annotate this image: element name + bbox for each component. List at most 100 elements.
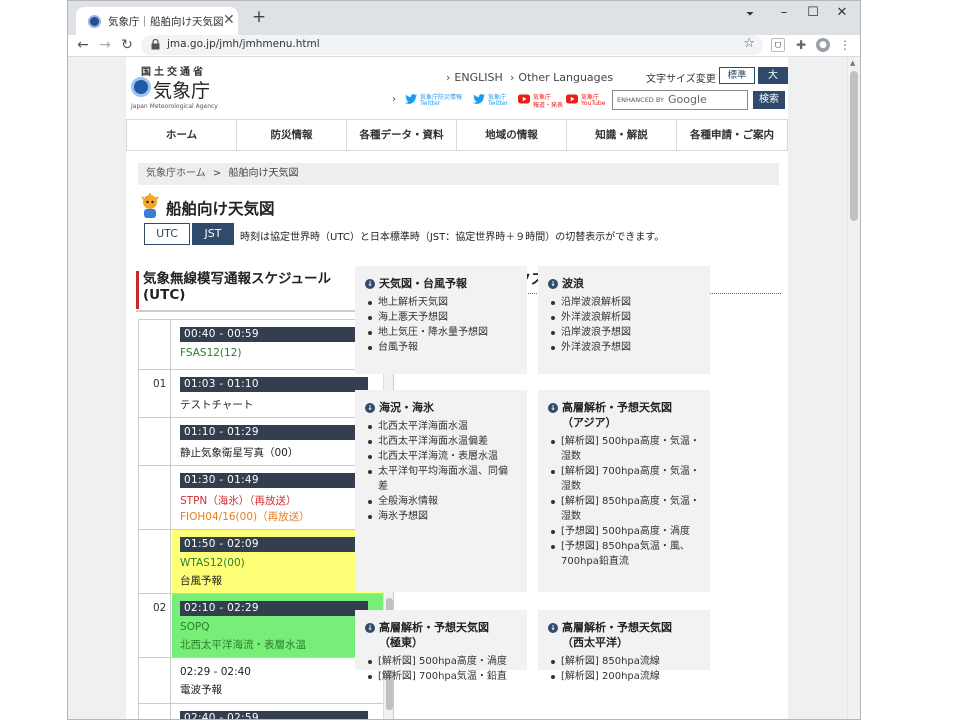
index-link[interactable]: 全般海氷情報 xyxy=(365,494,517,509)
index-link[interactable]: 沿岸波浪解析図 xyxy=(548,295,700,310)
index-card: ↓ 天気図・台風予報 地上解析天気図 海上悪天予想図 地上気圧・降水量予想図 台風予報 xyxy=(355,266,527,374)
breadcrumb: 気象庁ホーム > 船舶向け天気図 xyxy=(138,163,779,185)
schedule-program[interactable]: FSAS12(12) xyxy=(180,347,241,359)
schedule-program[interactable]: 台風予報 xyxy=(180,573,222,588)
schedule-cell[interactable]: 02:29 - 02:40 電波予報 xyxy=(172,658,383,703)
index-link[interactable]: 北西太平洋海面水温偏差 xyxy=(365,434,517,449)
schedule-cell[interactable]: 02:10 - 02:29 SOPQ 北西太平洋海流・表層水温 xyxy=(172,594,383,657)
index-link[interactable]: [解析図] 200hpa流線 xyxy=(548,669,700,684)
logo-jp: 気象庁 xyxy=(153,80,211,102)
extensions-puzzle-icon[interactable]: ✚ xyxy=(794,38,808,52)
other-languages-link[interactable]: › Other Languages xyxy=(510,71,613,84)
index-link[interactable]: 外洋波浪予想図 xyxy=(548,340,700,355)
bookmark-star-icon[interactable]: ☆ xyxy=(743,36,755,51)
schedule-program[interactable]: SOPQ xyxy=(180,621,210,633)
nav-knowledge[interactable]: 知識・解説 xyxy=(566,120,676,152)
schedule-cell[interactable]: 00:40 - 00:59 FSAS12(12) xyxy=(172,320,383,369)
index-link[interactable]: 北西太平洋海流・表層水温 xyxy=(365,449,517,464)
schedule-program[interactable]: FIOH04/16(00)（再放送） xyxy=(180,509,310,524)
close-window-button[interactable]: ✕ xyxy=(832,5,852,20)
schedule-program[interactable]: 北西太平洋海流・表層水温 xyxy=(180,637,306,652)
other-languages-label: Other Languages xyxy=(518,71,614,84)
schedule-time-bar: 01:10 - 01:29 xyxy=(180,425,368,440)
close-tab-icon[interactable]: ✕ xyxy=(223,12,235,28)
schedule-time-bar: 01:30 - 01:49 xyxy=(180,473,368,488)
reload-icon[interactable]: ↻ xyxy=(118,35,136,55)
index-link[interactable]: 太平洋旬平均海面水温、同偏差 xyxy=(365,464,517,494)
site-search-input[interactable]: ENHANCED BY Google xyxy=(612,90,748,110)
english-link[interactable]: › ENGLISH xyxy=(446,71,503,84)
index-link[interactable]: 外洋波浪解析図 xyxy=(548,310,700,325)
tab-title: 気象庁｜船舶向け天気図 xyxy=(108,16,224,28)
index-card-title-text: 天気図・台風予報 xyxy=(379,277,467,290)
english-link-label: ENGLISH xyxy=(454,71,503,84)
utc-toggle-button[interactable]: UTC xyxy=(144,223,190,245)
index-link[interactable]: [解析図] 850hpa高度・気温・湿数 xyxy=(548,494,700,524)
schedule-cell[interactable]: 01:50 - 02:09 WTAS12(00) 台風予報 xyxy=(172,530,383,593)
extension-icon[interactable]: ᗜ xyxy=(771,38,785,52)
schedule-program[interactable]: 電波予報 xyxy=(180,682,222,697)
index-link[interactable]: 台風予報 xyxy=(365,340,517,355)
maximize-button[interactable]: ☐ xyxy=(803,5,823,20)
index-card: ↓ 高層解析・予想天気図 （極東） [解析図] 500hpa高度・渦度 [解析図] 70… xyxy=(355,610,527,682)
index-card-title[interactable]: ↓ 高層解析・予想天気図 xyxy=(548,620,700,635)
font-standard-button[interactable]: 標準 xyxy=(719,67,755,84)
index-card-title[interactable]: ↓ 高層解析・予想天気図 xyxy=(365,620,517,635)
schedule-program[interactable]: STPN（海氷）（再放送） xyxy=(180,493,297,508)
schedule-cell[interactable]: 01:30 - 01:49 STPN（海氷）（再放送） FIOH04/16(00)（… xyxy=(172,466,383,529)
nav-disaster-info[interactable]: 防災情報 xyxy=(236,120,346,152)
index-link[interactable]: [解析図] 700hpa高度・気温・湿数 xyxy=(548,464,700,494)
schedule-time-bar: 02:40 - 02:59 xyxy=(180,711,368,719)
index-card-list: [解析図] 500hpa高度・渦度 [解析図] 700hpa気温・鉛直 xyxy=(365,654,517,684)
index-link[interactable]: [解析図] 700hpa気温・鉛直 xyxy=(365,669,517,684)
forward-icon[interactable]: → xyxy=(96,35,114,55)
search-button[interactable]: 検索 xyxy=(753,91,785,109)
jma-logo[interactable]: 国土交通省 気象庁 Japan Meteorological Agency xyxy=(131,63,221,115)
browser-tab[interactable]: 気象庁｜船舶向け天気図 ✕ xyxy=(76,7,238,35)
index-link[interactable]: [予想図] 850hpa気温・風、700hpa鉛直流 xyxy=(548,539,700,569)
new-tab-button[interactable]: + xyxy=(248,7,270,27)
index-link[interactable]: 地上解析天気図 xyxy=(365,295,517,310)
nav-home[interactable]: ホーム xyxy=(126,120,236,152)
schedule-program[interactable]: WTAS12(00) xyxy=(180,557,245,569)
font-large-button[interactable]: 大 xyxy=(758,67,788,84)
page-scrollbar[interactable]: ▲ xyxy=(847,57,860,719)
profile-avatar-icon[interactable]: ● xyxy=(816,38,830,52)
nav-applications[interactable]: 各種申請・ご案内 xyxy=(676,120,788,152)
nav-data[interactable]: 各種データ・資料 xyxy=(346,120,456,152)
address-bar[interactable]: jma.go.jp/jmh/jmhmenu.html ☆ xyxy=(141,35,763,55)
index-card: ↓ 高層解析・予想天気図 （アジア） [解析図] 500hpa高度・気温・湿数 [解析図… xyxy=(538,390,710,592)
index-link[interactable]: [解析図] 500hpa高度・気温・湿数 xyxy=(548,434,700,464)
jma-emblem-icon xyxy=(131,77,151,97)
jst-toggle-button[interactable]: JST xyxy=(192,223,234,245)
index-card-title[interactable]: ↓ 波浪 xyxy=(548,276,700,291)
minimize-button[interactable]: – xyxy=(774,5,794,20)
schedule-cell[interactable]: 01:03 - 01:10 テストチャート xyxy=(172,370,383,417)
index-link[interactable]: [解析図] 850hpa流線 xyxy=(548,654,700,669)
schedule-cell[interactable]: 01:10 - 01:29 静止気象衛星写真（00） xyxy=(172,418,383,465)
tab-search-icon[interactable]: ⏷ xyxy=(740,9,760,20)
schedule-hour xyxy=(139,704,171,719)
back-icon[interactable]: ← xyxy=(74,35,92,55)
index-link[interactable]: [解析図] 500hpa高度・渦度 xyxy=(365,654,517,669)
breadcrumb-home-link[interactable]: 気象庁ホーム xyxy=(146,168,206,179)
index-link[interactable]: 北西太平洋海面水温 xyxy=(365,419,517,434)
index-card-title[interactable]: ↓ 天気図・台風予報 xyxy=(365,276,517,291)
index-link[interactable]: 海上悪天予想図 xyxy=(365,310,517,325)
twitter-icon xyxy=(473,94,485,104)
index-link[interactable]: 海氷予想図 xyxy=(365,509,517,524)
page-viewport: 国土交通省 気象庁 Japan Meteorological Agency › E… xyxy=(68,57,860,719)
menu-kebab-icon[interactable]: ⋮ xyxy=(838,38,852,52)
page-scroll-thumb[interactable] xyxy=(850,71,858,221)
schedule-program[interactable]: 静止気象衛星写真（00） xyxy=(180,445,298,460)
index-card-list: 北西太平洋海面水温 北西太平洋海面水温偏差 北西太平洋海流・表層水温 太平洋旬平均海面… xyxy=(365,419,517,524)
nav-regional[interactable]: 地域の情報 xyxy=(456,120,566,152)
schedule-cell[interactable]: 02:40 - 02:59 xyxy=(172,704,383,719)
index-link[interactable]: 沿岸波浪予想図 xyxy=(548,325,700,340)
index-link[interactable]: [予想図] 500hpa高度・渦度 xyxy=(548,524,700,539)
index-link[interactable]: 地上気圧・降水量予想図 xyxy=(365,325,517,340)
schedule-program[interactable]: テストチャート xyxy=(180,397,253,412)
index-card-title[interactable]: ↓ 海況・海氷 xyxy=(365,400,517,415)
scroll-up-arrow-icon[interactable]: ▲ xyxy=(850,59,855,67)
index-card-title[interactable]: ↓ 高層解析・予想天気図 xyxy=(548,400,700,415)
